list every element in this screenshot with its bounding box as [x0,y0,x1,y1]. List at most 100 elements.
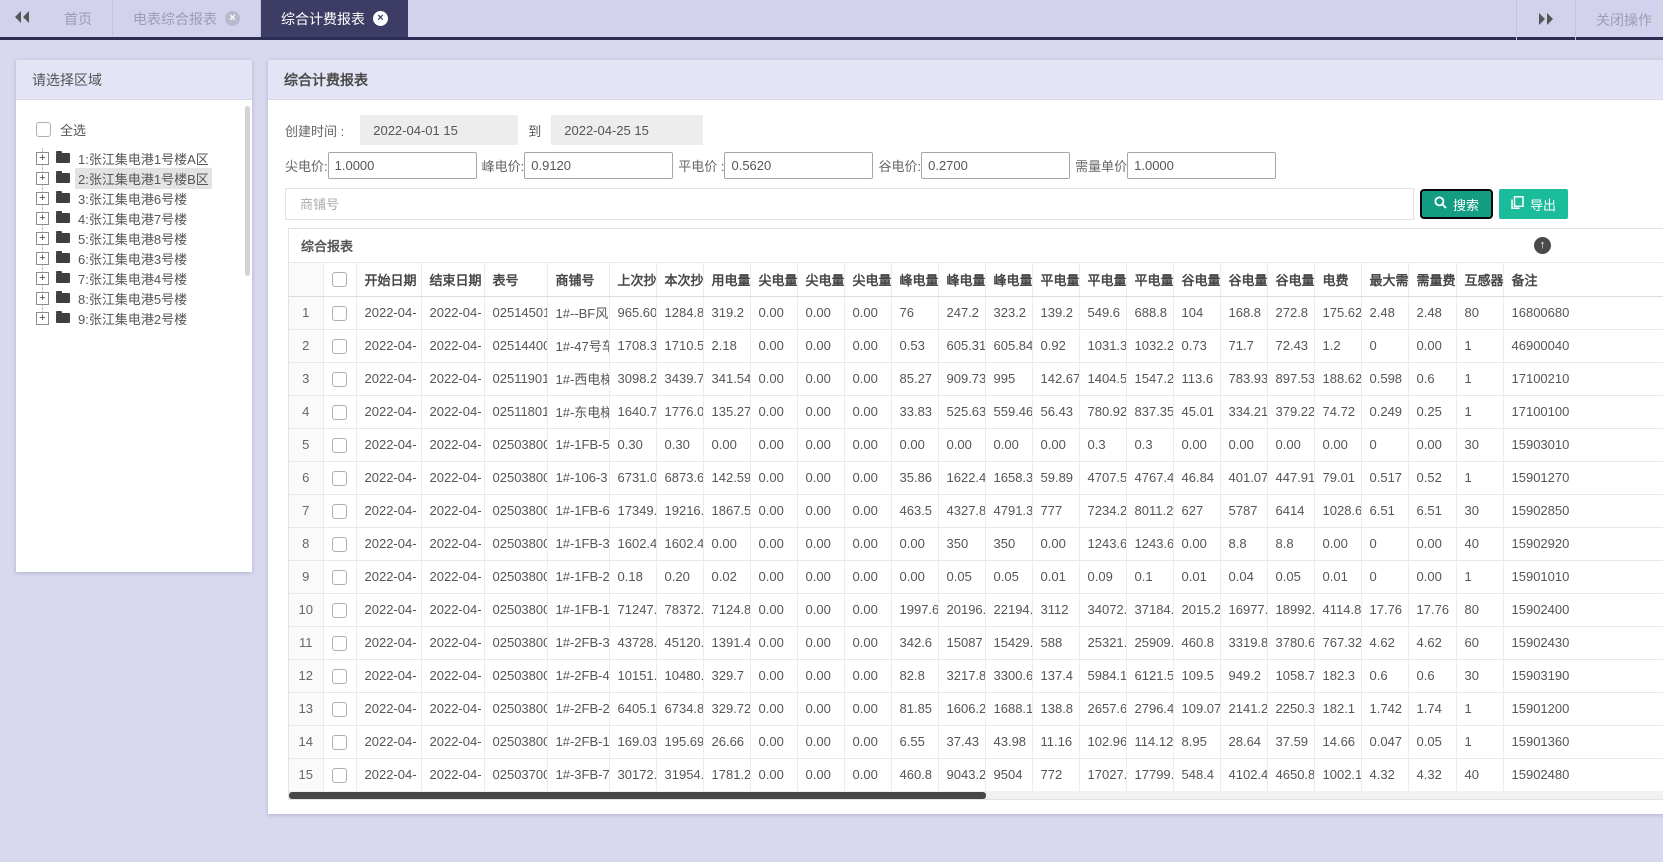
table-cell: 2022-04- [421,757,485,791]
price-input-1[interactable] [524,151,674,179]
row-checkbox[interactable] [332,734,347,750]
sidebar-scrollbar[interactable] [245,106,250,566]
expand-plus-icon[interactable]: + [36,231,49,245]
scrollbar-thumb[interactable] [245,106,250,276]
row-checkbox[interactable] [332,503,347,519]
row-checkbox[interactable] [332,602,347,618]
table-cell: 0.00 [797,691,845,725]
table-cell: 2796.4 [1126,691,1174,725]
row-checkbox[interactable] [332,668,347,684]
table-cell: 0.00 [844,625,892,659]
expand-plus-icon[interactable]: + [36,191,49,205]
table-cell: 0.00 [1032,526,1080,560]
table-cell: 0.00 [750,493,798,527]
select-all-rows-checkbox[interactable] [332,272,347,288]
price-input-0[interactable] [327,151,477,179]
tab-close-icon[interactable]: × [225,11,240,26]
table-cell: 0.00 [844,296,892,329]
tab-close-icon[interactable]: × [373,11,388,26]
expand-plus-icon[interactable]: + [36,271,49,285]
search-button[interactable]: 搜索 [1420,189,1494,219]
scroll-top-icon[interactable]: ↑ [1534,237,1551,254]
table-cell: 0.00 [1408,526,1457,560]
tree-item[interactable]: +1:张江集电港1号楼A区 [36,148,244,168]
date-to-input[interactable] [551,115,704,145]
expand-plus-icon[interactable]: + [36,311,49,325]
row-checkbox[interactable] [332,338,347,354]
tree-item[interactable]: +2:张江集电港1号楼B区 [36,167,244,189]
table-cell: 0.00 [797,296,845,329]
date-from-input[interactable] [360,115,519,145]
tree-item[interactable]: +4:张江集电港7号楼 [36,208,244,228]
table-cell: 2022-04- [356,460,422,494]
tree-item[interactable]: +9:张江集电港2号楼 [36,308,244,328]
row-checkbox[interactable] [332,569,347,585]
table-cell: 1391.4 [703,625,751,659]
tab-billing-report[interactable]: 综合计费报表 × [261,0,408,37]
table-horizontal-scrollbar[interactable] [289,791,1663,799]
price-input-2[interactable] [724,151,874,179]
tree-item[interactable]: +6:张江集电港3号楼 [36,248,244,268]
row-checkbox[interactable] [332,635,347,651]
table-cell: 0.00 [750,658,798,692]
expand-plus-icon[interactable]: + [36,291,49,305]
price-input-4[interactable] [1127,151,1277,179]
table-cell: 1710.5 [656,328,704,362]
table-cell: 1058.7 [1267,658,1315,692]
price-label: 峰电价: [481,158,525,174]
table-cell: 2022-04- [421,691,485,725]
price-field: 需量单价 [1075,151,1277,179]
column-header [289,263,324,297]
expand-plus-icon[interactable]: + [36,151,49,165]
table-cell: 0.00 [797,328,845,362]
tree-item[interactable]: +7:张江集电港4号楼 [36,268,244,288]
table-cell: 1.742 [1361,691,1409,725]
table-cell: 688.8 [1126,296,1174,329]
tree-item[interactable]: +8:张江集电港5号楼 [36,288,244,308]
tabs-scroll-right-button[interactable] [1517,12,1575,29]
close-operations-menu[interactable]: 关闭操作 [1576,10,1652,30]
table-cell: 1031.3 [1079,328,1127,362]
table-cell: 272.8 [1267,296,1315,329]
table-cell: 0.30 [656,427,704,461]
table-cell: 2022-04- [356,328,422,362]
select-all-checkbox[interactable] [36,121,51,137]
table-cell: 0.00 [1267,427,1315,461]
expand-plus-icon[interactable]: + [36,251,49,265]
tab-meter-report[interactable]: 电表综合报表 × [113,0,261,37]
row-checkbox[interactable] [332,371,347,387]
table-cell: 1028.6 [1314,493,1362,527]
table-cell: 0 [1361,427,1409,461]
table-cell: 350 [938,526,986,560]
table-cell: 81.85 [891,691,939,725]
table-cell: 02514400 [484,328,548,362]
price-input-3[interactable] [921,151,1071,179]
select-all-row[interactable]: 全选 [36,118,244,140]
row-checkbox[interactable] [332,437,347,453]
row-checkbox[interactable] [332,536,347,552]
tree-item[interactable]: +3:张江集电港6号楼 [36,188,244,208]
table-cell: 0.047 [1361,724,1409,758]
table-cell: 0.00 [750,328,798,362]
tabs-scroll-left-button[interactable] [0,0,44,37]
shop-number-input[interactable] [285,188,1414,220]
tree-item[interactable]: +5:张江集电港8号楼 [36,228,244,248]
table-cell: 0.00 [797,460,845,494]
table-cell: 2141.2 [1220,691,1268,725]
tab-home[interactable]: 首页 [44,0,113,37]
table-cell: 02503800 [484,460,548,494]
expand-plus-icon[interactable]: + [36,171,49,185]
row-checkbox[interactable] [332,305,347,321]
double-chevron-left-icon [14,10,30,27]
table-cell: 46.84 [1173,460,1221,494]
column-header: 结束日期 [421,263,485,297]
row-checkbox[interactable] [332,470,347,486]
row-checkbox[interactable] [332,767,347,783]
table-cell: 0.00 [844,691,892,725]
export-button[interactable]: 导出 [1499,189,1569,219]
row-checkbox[interactable] [332,404,347,420]
report-table-block: 综合报表 ↑ 开始日期 结束日期 表号 商铺号 上次抄 本次抄 用电量 尖电量 尖电量 尖电量 峰电… [288,228,1663,800]
scrollbar-thumb[interactable] [289,791,986,799]
expand-plus-icon[interactable]: + [36,211,49,225]
row-checkbox[interactable] [332,701,347,717]
